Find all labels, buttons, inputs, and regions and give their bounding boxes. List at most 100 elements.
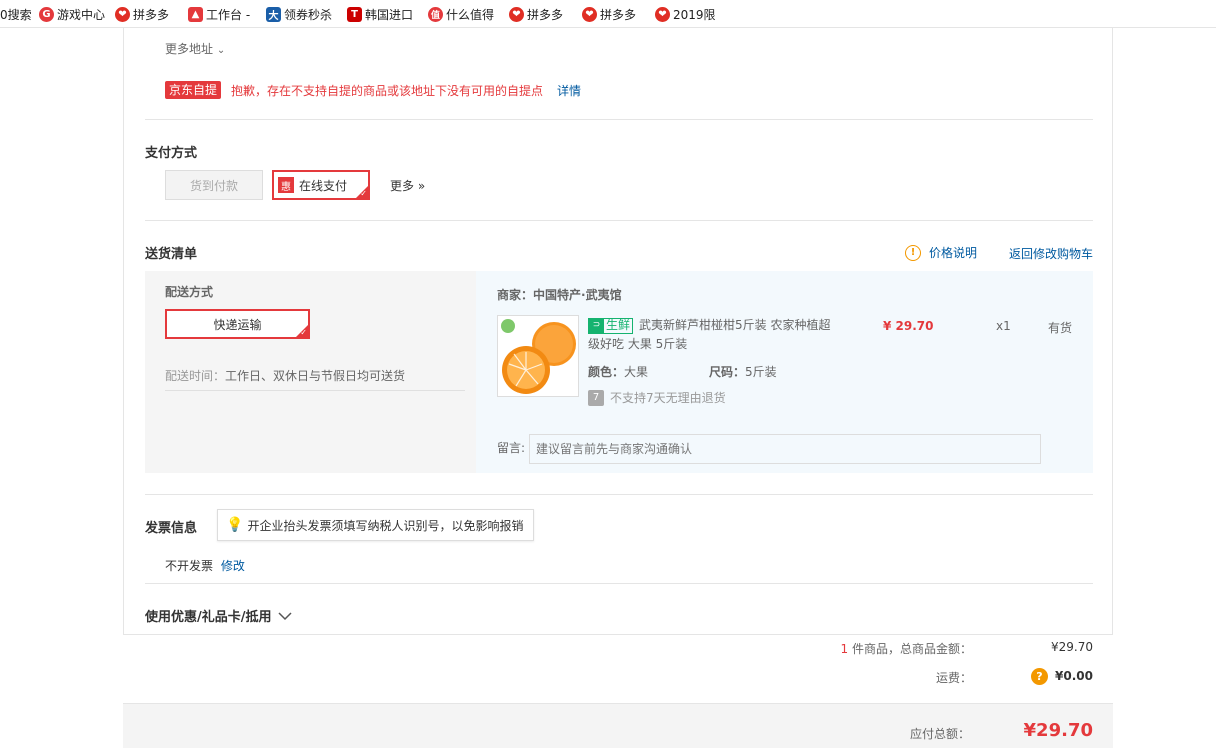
product-title-block[interactable]: ⊃ 生鲜 武夷新鲜芦柑椪柑5斤装 农家种植超级好吃 大果 5斤装 (588, 316, 833, 354)
check-icon: ✓ (300, 328, 307, 337)
shipping-fee-value: ¥0.00 (1055, 669, 1093, 683)
shipping-time-value: 工作日、双休日与节假日均可送货 (225, 369, 406, 383)
pinduoduo-icon: ❤ (509, 6, 524, 22)
check-icon: ✓ (360, 189, 367, 198)
product-panel: 商家：中国特产·武夷馆 ⊃ 生鲜 武夷新鲜芦柑椪柑5斤装 农家种植超级好吃 大果… (476, 271, 1093, 473)
korea-import-icon: T (347, 6, 362, 22)
fresh-tag-label: 生鲜 (606, 318, 631, 332)
invoice-tip: 💡 开企业抬头发票须填写纳税人识别号，以免影响报销 (217, 509, 535, 541)
warning-icon: ! (905, 244, 921, 261)
orange-fruit-image (498, 316, 578, 396)
color-label: 颜色： (588, 365, 625, 379)
product-price: ¥ 29.70 (883, 319, 934, 333)
more-address-toggle[interactable]: 更多地址 ⌄ (165, 40, 225, 57)
express-shipping-button[interactable]: 快递运输 ✓ (165, 309, 310, 339)
merchant-label: 商家： (497, 288, 534, 302)
bookmark-2019[interactable]: ❤ 2019限 (655, 5, 716, 23)
pinduoduo-icon: ❤ (115, 6, 130, 22)
checkout-card: 更多地址 ⌄ 京东自提 抱歉，存在不支持自提的商品或该地址下没有可用的自提点 详… (123, 28, 1113, 635)
invoice-title: 发票信息 (145, 521, 198, 536)
delivery-title: 送货清单 (145, 247, 198, 262)
shipping-method-title: 配送方式 (165, 285, 214, 299)
bookmark-game-center[interactable]: G 游戏中心 (39, 5, 105, 23)
chevron-down-icon (277, 611, 292, 620)
pickup-tag: 京东自提 (165, 81, 222, 99)
workbench-icon: ▲ (188, 6, 203, 22)
more-payment-link[interactable]: 更多 » (390, 177, 425, 194)
back-to-cart-link[interactable]: 返回修改购物车 (1009, 245, 1093, 262)
bookmark-search[interactable]: 0搜索 (0, 5, 32, 23)
no-return-icon: 7 (588, 389, 604, 406)
express-shipping-label: 快递运输 (213, 317, 262, 332)
fresh-icon: ⊃ (589, 318, 604, 333)
color-value: 大果 (624, 365, 649, 379)
product-stock: 有货 (1048, 321, 1073, 335)
invoice-value: 不开发票 (165, 559, 214, 573)
merchant-name[interactable]: 中国特产·武夷馆 (533, 288, 622, 302)
coupon-title: 使用优惠/礼品卡/抵用 (145, 610, 272, 625)
message-input[interactable] (529, 434, 1041, 464)
bookmark-pinduoduo[interactable]: ❤ 拼多多 (509, 5, 563, 23)
chevron-down-icon: ⌄ (216, 45, 226, 56)
pickup-notice: 京东自提 抱歉，存在不支持自提的商品或该地址下没有可用的自提点 详情 (165, 81, 581, 99)
bookmark-label: 领券秒杀 (284, 7, 333, 22)
bookmark-label: 工作台 - (206, 7, 251, 22)
product-image[interactable] (497, 315, 579, 397)
shipping-panel: 配送方式 快递运输 ✓ 配送时间：工作日、双休日与节假日均可送货 (145, 271, 476, 473)
goods-total-value: ¥29.70 (1051, 640, 1093, 654)
return-note: 不支持7天无理由退货 (610, 391, 726, 405)
divider (145, 494, 1093, 495)
fresh-tag: ⊃ 生鲜 (588, 317, 634, 334)
pickup-warning: 抱歉，存在不支持自提的商品或该地址下没有可用的自提点 (231, 83, 544, 98)
bookmark-label: 拼多多 (600, 7, 637, 22)
size-label: 尺码： (709, 365, 746, 379)
product-size: 尺码：5斤装 (709, 363, 777, 380)
bookmark-label: 什么值得 (446, 7, 495, 22)
goods-count-summary: 1 件商品，总商品金额： (841, 640, 972, 657)
price-note[interactable]: ! 价格说明 (905, 244, 977, 261)
size-value: 5斤装 (745, 365, 777, 379)
bookmark-smzdm[interactable]: 值 什么值得 (428, 5, 494, 23)
product-qty: x1 (996, 319, 1011, 333)
pinduoduo-icon: ❤ (582, 6, 597, 22)
coupon-toggle[interactable]: 使用优惠/礼品卡/抵用 (145, 606, 292, 625)
discount-badge: 惠 (278, 177, 294, 193)
product-color: 颜色：大果 (588, 363, 648, 380)
payable-bar: 应付总额： ¥29.70 (123, 703, 1113, 748)
invoice-tip-text: 开企业抬头发票须填写纳税人识别号，以免影响报销 (247, 518, 524, 533)
shipping-time-label: 配送时间： (165, 369, 226, 383)
bookmark-label: 拼多多 (133, 7, 170, 22)
bookmarks-bar: 0搜索 G 游戏中心 ❤ 拼多多 ▲ 工作台 - 大 领券秒杀 T 韩国进口 值… (0, 0, 1216, 28)
online-pay-button[interactable]: 惠 在线支付 ✓ (272, 170, 370, 200)
bookmark-workbench[interactable]: ▲ 工作台 - (188, 5, 250, 23)
bookmark-label: 0搜索 (0, 7, 32, 22)
divider (145, 119, 1093, 120)
game-center-icon: G (39, 6, 54, 22)
smzdm-icon: 值 (428, 6, 443, 22)
lightbulb-icon: 💡 (226, 517, 244, 533)
price-note-label: 价格说明 (929, 246, 978, 260)
cod-label: 货到付款 (189, 178, 238, 193)
bookmark-pinduoduo[interactable]: ❤ 拼多多 (582, 5, 636, 23)
payable-value: ¥29.70 (1023, 720, 1093, 741)
cod-button[interactable]: 货到付款 (165, 170, 263, 200)
help-icon[interactable]: ? (1031, 668, 1048, 685)
online-pay-label: 在线支付 (299, 178, 348, 193)
invoice-value-row: 不开发票 修改 (165, 557, 245, 574)
divider (165, 390, 465, 391)
bookmark-korea-import[interactable]: T 韩国进口 (347, 5, 413, 23)
bookmark-pinduoduo[interactable]: ❤ 拼多多 (115, 5, 169, 23)
bookmark-label: 游戏中心 (57, 7, 106, 22)
shipping-fee-label: 运费： (935, 671, 972, 685)
pinduoduo-icon: ❤ (655, 6, 670, 22)
divider (145, 583, 1093, 584)
more-payment-label: 更多 » (390, 179, 426, 193)
bookmark-coupon[interactable]: 大 领券秒杀 (266, 5, 332, 23)
bookmark-label: 2019限 (673, 7, 716, 22)
pickup-details-link[interactable]: 详情 (557, 82, 581, 99)
bookmark-label: 韩国进口 (365, 7, 414, 22)
bookmark-label: 拼多多 (527, 7, 564, 22)
shipping-time: 配送时间：工作日、双休日与节假日均可送货 (165, 367, 405, 384)
goods-count: 1 (840, 642, 849, 656)
invoice-edit-link[interactable]: 修改 (221, 559, 245, 573)
